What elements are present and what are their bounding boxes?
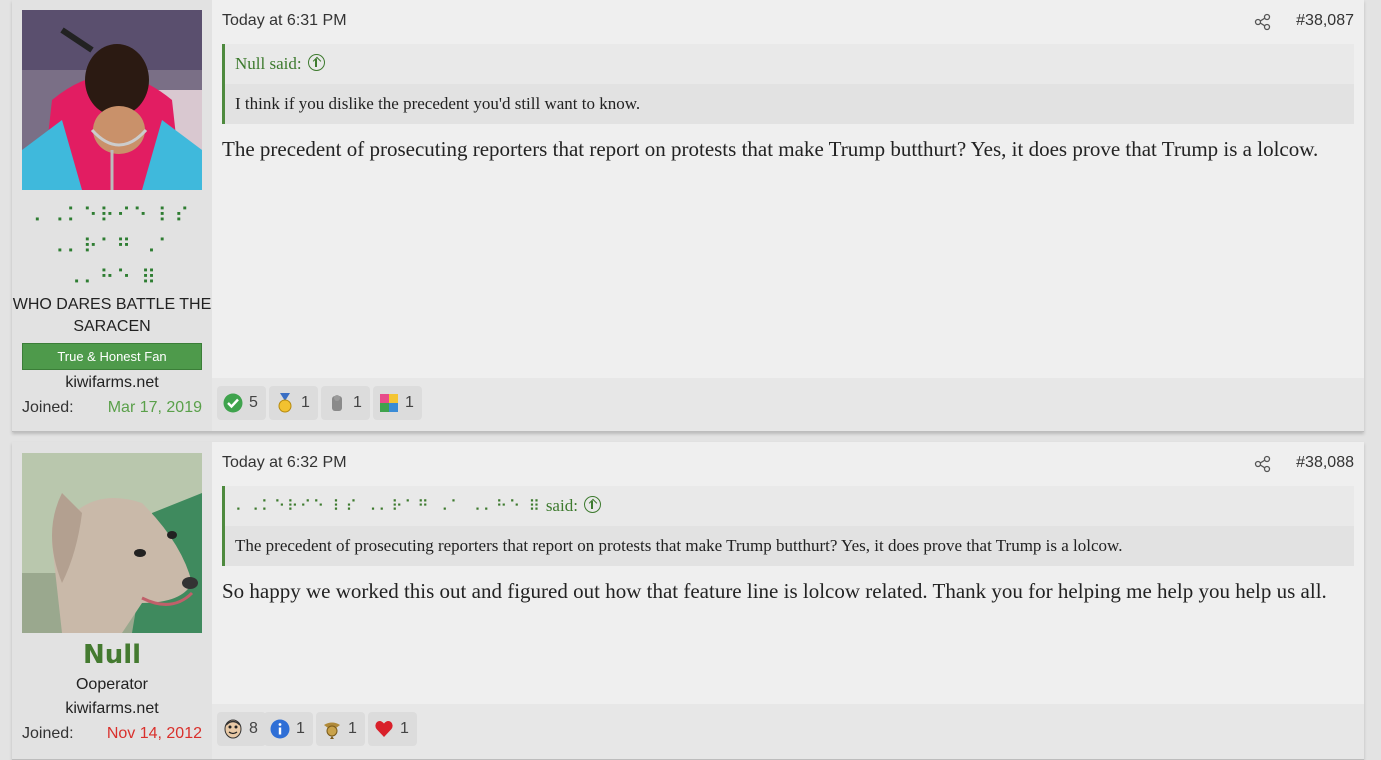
joined-row: Joined: Mar 17, 2019	[22, 399, 202, 417]
user-panel: Null Ooperator kiwifarms.net Joined: Nov…	[12, 442, 212, 759]
heart-icon	[375, 721, 393, 737]
post-body: So happy we worked this out and figured …	[222, 579, 1327, 603]
gray-figure-icon	[332, 395, 342, 411]
reaction-count: 8	[249, 720, 258, 737]
user-title: WHO DARES BATTLE THE SARACEN	[12, 296, 212, 335]
username-line: ⠄⠠⠅⠑⠗⠊⠑ ⠇⠎	[32, 203, 192, 227]
reaction-medal[interactable]: 1	[269, 386, 318, 420]
post-38088: Null Ooperator kiwifarms.net Joined: Nov…	[12, 442, 1364, 760]
reaction-count: 1	[296, 720, 305, 737]
reaction-count: 1	[353, 394, 362, 411]
joined-date: Mar 17, 2019	[107, 399, 202, 416]
eagle-emblem-icon	[324, 722, 340, 739]
share-icon[interactable]	[1254, 455, 1272, 473]
check-icon	[223, 393, 243, 413]
quote-author-suffix: said:	[545, 496, 578, 515]
reaction-puzzle[interactable]: 1	[373, 386, 422, 420]
reaction-info[interactable]: 1	[264, 712, 313, 746]
post-body: The precedent of prosecuting reporters t…	[222, 137, 1319, 161]
reaction-count: 1	[301, 394, 310, 411]
user-site: kiwifarms.net	[65, 700, 159, 717]
reaction-count: 1	[348, 720, 357, 737]
reactions-bar: 8 1 1 1	[212, 704, 1364, 759]
joined-row: Joined: Nov 14, 2012	[22, 725, 202, 743]
reaction-count: 5	[249, 394, 258, 411]
post-number[interactable]: #38,087	[1296, 12, 1354, 30]
username[interactable]: Null	[12, 640, 212, 670]
reaction-check[interactable]: 5	[217, 386, 266, 420]
joined-label: Joined:	[22, 725, 74, 742]
quote-author: Null said:	[235, 54, 302, 73]
post-38087: ⠄⠠⠅⠑⠗⠊⠑ ⠇⠎ ⠠⠄⠗⠁⠛ ⠠⠁ ⠠⠄⠓⠑ ⠿ WHO DARES BAT…	[12, 0, 1364, 432]
quote-author-braille: ⠄⠠⠅⠑⠗⠊⠑ ⠇⠎ ⠠⠄⠗⠁⠛ ⠠⠁ ⠠⠄⠓⠑ ⠿	[235, 497, 542, 515]
message-column: Today at 6:32 PM #38,088 ⠄⠠⠅⠑⠗⠊⠑ ⠇⠎ ⠠⠄⠗⠁…	[212, 442, 1364, 759]
joined-label: Joined:	[22, 399, 74, 416]
post-number[interactable]: #38,088	[1296, 454, 1354, 472]
username[interactable]: ⠄⠠⠅⠑⠗⠊⠑ ⠇⠎ ⠠⠄⠗⠁⠛ ⠠⠁ ⠠⠄⠓⠑ ⠿	[12, 200, 212, 293]
quote-block: ⠄⠠⠅⠑⠗⠊⠑ ⠇⠎ ⠠⠄⠗⠁⠛ ⠠⠁ ⠠⠄⠓⠑ ⠿ said: The pre…	[222, 486, 1354, 566]
quote-text: I think if you dislike the precedent you…	[225, 84, 1354, 124]
user-site: kiwifarms.net	[65, 374, 159, 391]
arrow-up-circle-icon[interactable]	[307, 54, 325, 71]
post-meta: Today at 6:31 PM #38,087	[222, 12, 1354, 34]
reaction-count: 1	[405, 394, 414, 411]
arrow-up-circle-icon[interactable]	[583, 496, 601, 513]
avatar[interactable]	[22, 453, 202, 633]
username-line: ⠠⠄⠗⠁⠛ ⠠⠁	[49, 234, 175, 258]
reaction-face[interactable]: 8	[217, 712, 266, 746]
reaction-emblem[interactable]: 1	[316, 712, 365, 746]
share-icon[interactable]	[1254, 13, 1272, 31]
message-column: Today at 6:31 PM #38,087 Null said: I th…	[212, 0, 1364, 431]
username-line: ⠠⠄⠓⠑ ⠿	[66, 265, 158, 289]
reaction-figure[interactable]: 1	[321, 386, 370, 420]
post-time[interactable]: Today at 6:31 PM	[222, 12, 347, 30]
scrollbar-track[interactable]	[1369, 0, 1381, 759]
reaction-heart[interactable]: 1	[368, 712, 417, 746]
puzzle-icon	[380, 394, 398, 412]
quote-header[interactable]: Null said:	[225, 44, 1354, 84]
user-title: Ooperator	[75, 676, 149, 693]
post-time[interactable]: Today at 6:32 PM	[222, 454, 347, 472]
avatar[interactable]	[22, 10, 202, 190]
joined-date: Nov 14, 2012	[106, 725, 202, 742]
quote-block: Null said: I think if you dislike the pr…	[222, 44, 1354, 124]
user-banner: True & Honest Fan	[22, 343, 202, 370]
reactions-bar: 5 1 1 1	[212, 378, 1364, 431]
user-panel: ⠄⠠⠅⠑⠗⠊⠑ ⠇⠎ ⠠⠄⠗⠁⠛ ⠠⠁ ⠠⠄⠓⠑ ⠿ WHO DARES BAT…	[12, 0, 212, 431]
medal-icon	[278, 393, 292, 413]
info-icon	[270, 719, 290, 739]
face-icon	[224, 719, 242, 739]
post-meta: Today at 6:32 PM #38,088	[222, 454, 1354, 476]
quote-header[interactable]: ⠄⠠⠅⠑⠗⠊⠑ ⠇⠎ ⠠⠄⠗⠁⠛ ⠠⠁ ⠠⠄⠓⠑ ⠿ said:	[225, 486, 1354, 526]
quote-text: The precedent of prosecuting reporters t…	[225, 526, 1354, 566]
reaction-count: 1	[400, 720, 409, 737]
